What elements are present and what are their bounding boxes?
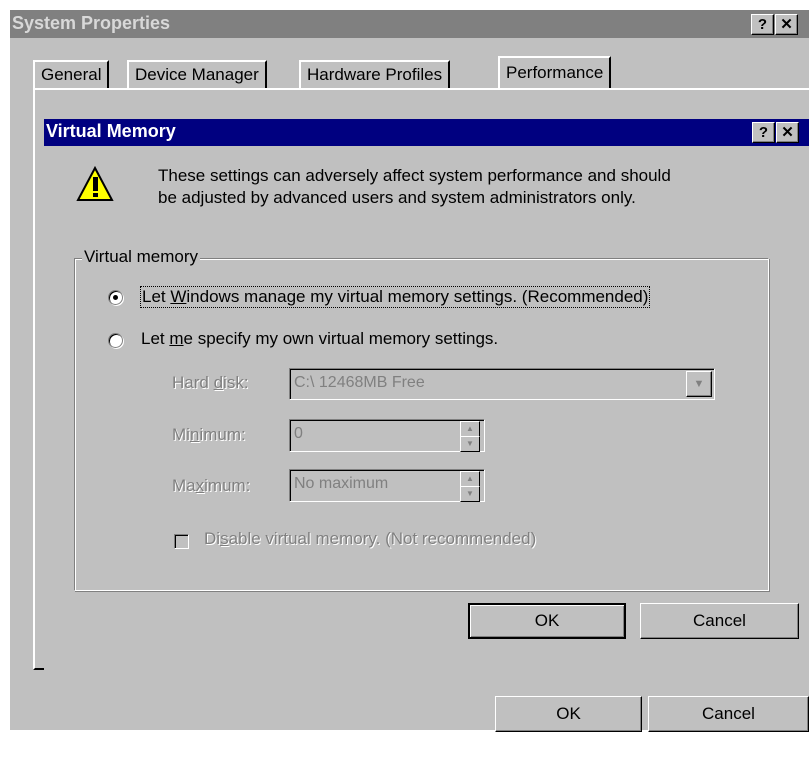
maximum-input[interactable]: No maximum — [289, 469, 485, 502]
group-label: Virtual memory — [82, 247, 200, 267]
window-title: System Properties — [12, 13, 171, 33]
disable-virtual-memory-label[interactable]: Disable virtual memory. (Not recommended… — [204, 529, 536, 549]
radio-windows-manage-label[interactable]: Let Windows manage my virtual memory set… — [140, 286, 651, 308]
dialog-ok-button[interactable]: OK — [468, 603, 626, 639]
hard-disk-select[interactable]: C:\ 12468MB Free — [289, 368, 715, 400]
radio-windows-manage[interactable] — [108, 290, 123, 305]
maximum-spin-up-icon[interactable]: ▲ — [460, 471, 480, 487]
chevron-down-icon[interactable]: ▼ — [686, 371, 712, 397]
tab-device-manager[interactable]: Device Manager — [127, 60, 267, 88]
warning-text-line-1: These settings can adversely affect syst… — [158, 166, 671, 185]
maximum-spin-down-icon[interactable]: ▼ — [460, 486, 480, 502]
minimum-spin-up-icon[interactable]: ▲ — [460, 421, 480, 437]
window-title-bar[interactable]: System Properties ? ✕ — [10, 10, 809, 38]
disable-virtual-memory-checkbox[interactable] — [174, 534, 189, 549]
dialog-title: Virtual Memory — [46, 121, 176, 141]
dialog-close-icon[interactable]: ✕ — [776, 122, 799, 143]
hard-disk-label: Hard disk: — [172, 373, 249, 392]
maximum-label: Maximum: — [172, 476, 251, 495]
window-ok-button[interactable]: OK — [495, 696, 642, 732]
minimum-value: 0 — [294, 425, 303, 442]
help-icon[interactable]: ? — [751, 14, 774, 35]
dialog-help-icon[interactable]: ? — [752, 122, 775, 143]
window-cancel-button[interactable]: Cancel — [648, 696, 809, 732]
virtual-memory-dialog: Virtual Memory ? ✕ These settings can ad… — [44, 110, 809, 670]
warning-icon — [76, 166, 114, 201]
warning-text-line-2: be adjusted by advanced users and system… — [158, 188, 636, 207]
tab-general[interactable]: General — [33, 60, 110, 88]
maximum-value: No maximum — [294, 475, 389, 492]
radio-custom-settings-label[interactable]: Let me specify my own virtual memory set… — [141, 329, 498, 349]
radio-custom-settings[interactable] — [108, 333, 123, 348]
hard-disk-value: C:\ 12468MB Free — [294, 374, 425, 391]
dialog-title-bar[interactable]: Virtual Memory ? ✕ — [44, 119, 809, 146]
minimum-label: Minimum: — [172, 425, 246, 444]
dialog-cancel-button[interactable]: Cancel — [640, 603, 799, 639]
tab-performance[interactable]: Performance — [498, 56, 612, 88]
tab-hardware-profiles[interactable]: Hardware Profiles — [299, 60, 451, 88]
minimum-input[interactable]: 0 — [289, 419, 485, 452]
close-icon[interactable]: ✕ — [775, 14, 798, 35]
minimum-spin-down-icon[interactable]: ▼ — [460, 436, 480, 452]
